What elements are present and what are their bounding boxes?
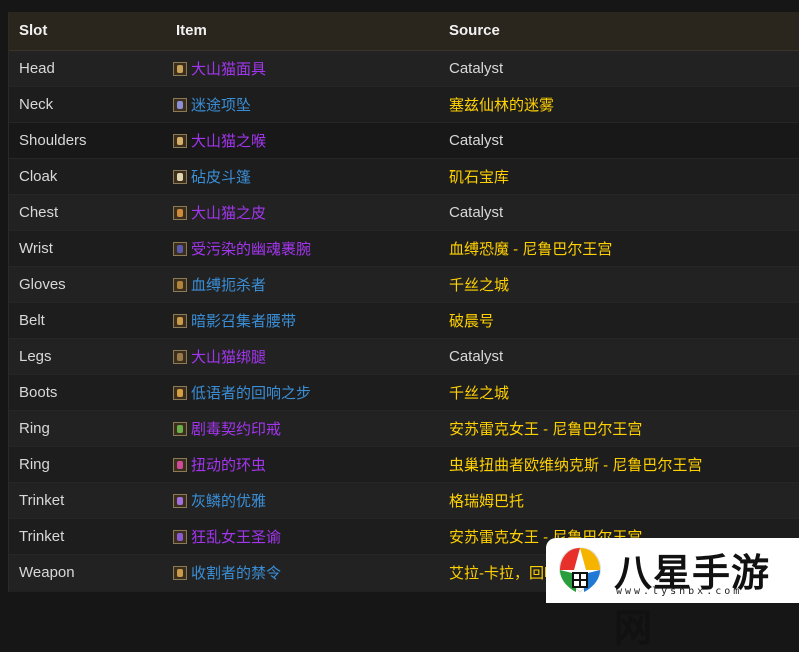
source-cell[interactable]: 塞兹仙林的迷雾 — [439, 85, 799, 122]
table-row: Ring 剧毒契约印戒 安苏雷克女王 - 尼鲁巴尔王宫 — [9, 409, 799, 446]
item-link[interactable]: 扭动的环虫 — [191, 457, 266, 474]
source-cell[interactable]: 矶石宝库 — [439, 157, 799, 194]
table-row: Belt 暗影召集者腰带 破晨号 — [9, 301, 799, 338]
trinket-queen-icon[interactable] — [173, 529, 187, 544]
item-link[interactable]: 收割者的禁令 — [191, 565, 281, 582]
slot-cell: Trinket — [9, 481, 166, 518]
gloves-icon[interactable] — [173, 277, 187, 292]
item-link[interactable]: 受污染的幽魂裹腕 — [191, 241, 311, 258]
table-row: Boots 低语者的回响之步 千丝之城 — [9, 373, 799, 410]
source-cell[interactable]: 格瑞姆巴托 — [439, 481, 799, 518]
slot-cell: Ring — [9, 445, 166, 482]
watermark: 八星手游网 www.lyshbx.com — [546, 538, 799, 650]
item-cell: 低语者的回响之步 — [166, 373, 439, 410]
table-header-row: Slot Item Source — [9, 12, 799, 51]
shoulder-icon[interactable] — [173, 133, 187, 148]
slot-cell: Gloves — [9, 265, 166, 302]
watermark-url: www.lyshbx.com — [616, 586, 743, 597]
table-row: Trinket 灰鳞的优雅 格瑞姆巴托 — [9, 481, 799, 518]
item-cell: 血缚扼杀者 — [166, 265, 439, 302]
table-row: Legs 大山猫绑腿 Catalyst — [9, 337, 799, 374]
table-row: Chest 大山猫之皮 Catalyst — [9, 193, 799, 230]
item-link[interactable]: 迷途项坠 — [191, 97, 251, 114]
item-cell: 砧皮斗篷 — [166, 157, 439, 194]
source-cell[interactable]: 千丝之城 — [439, 265, 799, 302]
slot-cell: Belt — [9, 301, 166, 338]
legs-icon[interactable] — [173, 349, 187, 364]
item-cell: 剧毒契约印戒 — [166, 409, 439, 446]
ring-worm-icon[interactable] — [173, 457, 187, 472]
gear-table: Slot Item Source Head 大山猫面具 Catalyst Neck 迷途… — [9, 12, 799, 590]
chest-armor-icon[interactable] — [173, 205, 187, 220]
helm-icon[interactable] — [173, 61, 187, 76]
boots-icon[interactable] — [173, 385, 187, 400]
necklace-icon[interactable] — [173, 97, 187, 112]
gear-table-panel: Slot Item Source Head 大山猫面具 Catalyst Neck 迷途… — [8, 12, 799, 592]
source-cell: Catalyst — [439, 121, 799, 158]
item-cell: 大山猫绑腿 — [166, 337, 439, 374]
slot-cell: Legs — [9, 337, 166, 374]
table-row: Ring 扭动的环虫 虫巢扭曲者欧维纳克斯 - 尼鲁巴尔王宫 — [9, 445, 799, 482]
bracer-icon[interactable] — [173, 241, 187, 256]
item-link[interactable]: 砧皮斗篷 — [191, 169, 251, 186]
slot-cell: Neck — [9, 85, 166, 122]
source-cell: Catalyst — [439, 49, 799, 86]
item-cell: 大山猫之喉 — [166, 121, 439, 158]
source-cell[interactable]: 血缚恐魔 - 尼鲁巴尔王宫 — [439, 229, 799, 266]
source-cell[interactable]: 虫巢扭曲者欧维纳克斯 - 尼鲁巴尔王宫 — [439, 445, 799, 482]
item-cell: 迷途项坠 — [166, 85, 439, 122]
source-cell[interactable]: 千丝之城 — [439, 373, 799, 410]
table-row: Gloves 血缚扼杀者 千丝之城 — [9, 265, 799, 302]
source-cell: Catalyst — [439, 193, 799, 230]
item-link[interactable]: 大山猫之喉 — [191, 133, 266, 150]
slot-cell: Boots — [9, 373, 166, 410]
trinket-icon[interactable] — [173, 493, 187, 508]
belt-icon[interactable] — [173, 313, 187, 328]
item-cell: 受污染的幽魂裹腕 — [166, 229, 439, 266]
item-link[interactable]: 剧毒契约印戒 — [191, 421, 281, 438]
slot-cell: Head — [9, 49, 166, 86]
item-link[interactable]: 暗影召集者腰带 — [191, 313, 296, 330]
item-cell: 扭动的环虫 — [166, 445, 439, 482]
slot-cell: Weapon — [9, 553, 166, 590]
slot-cell: Cloak — [9, 157, 166, 194]
site-logo-icon — [559, 547, 601, 593]
slot-cell: Shoulders — [9, 121, 166, 158]
item-link[interactable]: 大山猫绑腿 — [191, 349, 266, 366]
slot-cell: Trinket — [9, 517, 166, 554]
watermark-brand: 八星手游网 — [614, 551, 771, 650]
item-cell: 收割者的禁令 — [166, 553, 439, 590]
item-link[interactable]: 灰鳞的优雅 — [191, 493, 266, 510]
table-row: Head 大山猫面具 Catalyst — [9, 49, 799, 86]
item-cell: 暗影召集者腰带 — [166, 301, 439, 338]
item-link[interactable]: 狂乱女王圣谕 — [191, 529, 281, 546]
ring-icon[interactable] — [173, 421, 187, 436]
staff-icon[interactable] — [173, 565, 187, 580]
slot-cell: Chest — [9, 193, 166, 230]
header-source[interactable]: Source — [439, 12, 799, 51]
table-row: Shoulders 大山猫之喉 Catalyst — [9, 121, 799, 158]
table-row: Cloak 砧皮斗篷 矶石宝库 — [9, 157, 799, 194]
item-cell: 大山猫之皮 — [166, 193, 439, 230]
item-link[interactable]: 低语者的回响之步 — [191, 385, 311, 402]
cloak-icon[interactable] — [173, 169, 187, 184]
source-cell: Catalyst — [439, 337, 799, 374]
item-link[interactable]: 血缚扼杀者 — [191, 277, 266, 294]
header-item[interactable]: Item — [166, 12, 439, 51]
item-cell: 大山猫面具 — [166, 49, 439, 86]
source-cell[interactable]: 破晨号 — [439, 301, 799, 338]
slot-cell: Ring — [9, 409, 166, 446]
item-cell: 狂乱女王圣谕 — [166, 517, 439, 554]
item-link[interactable]: 大山猫之皮 — [191, 205, 266, 222]
table-row: Neck 迷途项坠 塞兹仙林的迷雾 — [9, 85, 799, 122]
header-slot[interactable]: Slot — [9, 12, 166, 51]
item-link[interactable]: 大山猫面具 — [191, 61, 266, 78]
slot-cell: Wrist — [9, 229, 166, 266]
item-cell: 灰鳞的优雅 — [166, 481, 439, 518]
source-cell[interactable]: 安苏雷克女王 - 尼鲁巴尔王宫 — [439, 409, 799, 446]
table-row: Wrist 受污染的幽魂裹腕 血缚恐魔 - 尼鲁巴尔王宫 — [9, 229, 799, 266]
